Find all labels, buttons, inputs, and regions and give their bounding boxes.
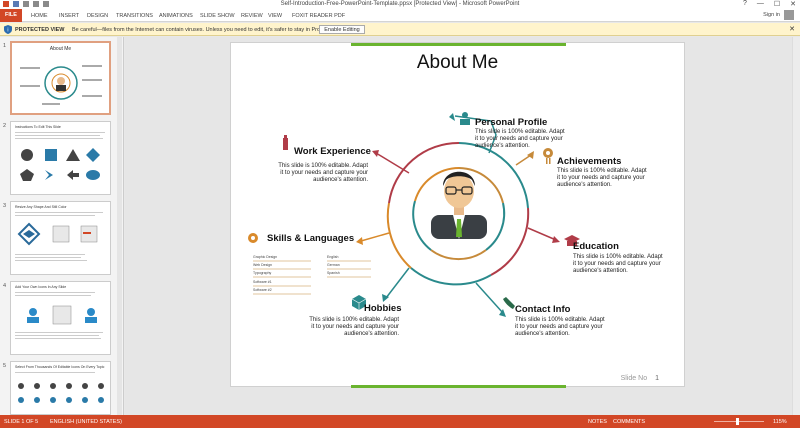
work-experience-heading[interactable]: Work Experience [294,146,371,157]
slide-thumbnail-3[interactable]: Resize Any Shape And Still Color [10,201,111,275]
protected-view-bar: i PROTECTED VIEW Be careful—files from t… [0,23,800,36]
slide-number-footer: Slide No 1 [621,375,659,382]
thumb-preview [15,132,105,181]
tab-home[interactable]: HOME [31,13,48,19]
slide-thumbnail-1[interactable]: About Me [10,41,111,115]
language-label: Spanish [327,271,340,275]
enable-editing-button[interactable]: Enable Editing [319,25,365,34]
minimize-button[interactable]: — [757,0,764,8]
svg-text:i: i [7,28,8,34]
briefcase-icon [283,135,288,150]
tab-transitions[interactable]: TRANSITIONS [116,13,153,19]
slide-counter: SLIDE 1 OF 5 [4,419,39,425]
slide-thumbnail-2[interactable]: Instructions To Edit This Slide [10,121,111,195]
sign-in-link[interactable]: Sign in [763,12,780,18]
slide-thumbnail-4[interactable]: Add Your Own Icons In Any Slide [10,281,111,355]
slide-editing-area: About Me Personal Profile This slide is … [125,37,800,415]
thumbnails-scrollbar[interactable] [117,37,122,415]
slide-thumbnails-pane: 1 About Me 2 Instructions To Edit This S… [0,37,124,415]
personal-profile-heading[interactable]: Personal Profile [475,117,547,128]
protected-view-label: PROTECTED VIEW [15,27,65,33]
medal-icon [543,148,553,164]
powerpoint-window: Self-Introduction-Free-PowerPoint-Templa… [0,0,800,428]
slide-number-label: Slide No [620,375,648,382]
thumb-number: 3 [3,203,7,209]
personal-profile-text[interactable]: This slide is 100% editable. Adapt it to… [475,129,567,150]
thumb-preview [15,292,103,339]
title-bar: Self-Introduction-Free-PowerPoint-Templa… [0,0,800,9]
hobbies-text[interactable]: This slide is 100% editable. Adapt it to… [307,317,399,338]
tab-view[interactable]: VIEW [268,13,282,19]
maximize-button[interactable]: ☐ [774,0,780,8]
slide-canvas: About Me Personal Profile This slide is … [230,42,685,388]
tab-slide-show[interactable]: SLIDE SHOW [200,13,235,19]
slide-number: 1 [655,375,659,382]
tab-foxit-reader-pdf[interactable]: FOXIT READER PDF [292,13,345,19]
work-experience-text[interactable]: This slide is 100% editable. Adapt it to… [276,163,368,184]
hobbies-heading[interactable]: Hobbies [364,303,401,314]
contact-info-heading[interactable]: Contact Info [515,304,570,315]
skills-heading[interactable]: Skills & Languages [267,233,354,244]
language-indicator[interactable]: ENGLISH (UNITED STATES) [50,419,122,425]
language-label: German [327,263,340,267]
window-title: Self-Introduction-Free-PowerPoint-Templa… [280,1,520,7]
tab-design[interactable]: DESIGN [87,13,108,19]
skill-label: Software #2 [253,288,272,292]
thumb-number: 5 [3,363,7,369]
thumb-number: 2 [3,123,7,129]
status-bar: SLIDE 1 OF 5 ENGLISH (UNITED STATES) NOT… [0,415,800,428]
protected-view-message: Be careful—files from the Internet can c… [72,27,350,33]
skill-label: Typography [253,271,272,275]
window-controls: ? — ☐ ✕ [743,0,796,8]
achievements-text[interactable]: This slide is 100% editable. Adapt it to… [557,168,649,189]
education-text[interactable]: This slide is 100% editable. Adapt it to… [573,254,665,275]
zoom-level[interactable]: 115% [773,419,787,425]
diagram-graphics [248,43,580,388]
shield-icon: i [4,25,12,34]
notes-button[interactable]: NOTES [588,419,607,425]
avatar[interactable] [784,10,794,20]
tab-animations[interactable]: ANIMATIONS [159,13,193,19]
contact-info-text[interactable]: This slide is 100% editable. Adapt it to… [515,317,607,338]
phone-icon [503,297,515,309]
education-heading[interactable]: Education [573,241,619,252]
thumb-preview [15,372,104,403]
thumb-number: 4 [3,283,7,289]
thumb-preview [20,65,102,105]
tab-review[interactable]: REVIEW [241,13,263,19]
help-button[interactable]: ? [743,0,747,8]
thumb-preview [15,212,103,261]
skill-label: Software #1 [253,280,272,284]
skill-label: Graphic Design [253,255,278,259]
language-label: English [327,255,339,259]
close-button[interactable]: ✕ [790,0,796,8]
slide-thumbnail-5[interactable]: Select From Thousands Of Editable Icons … [10,361,111,415]
zoom-slider-thumb[interactable] [736,418,739,425]
slide-scrollbar[interactable] [792,37,800,415]
close-bar-button[interactable]: ✕ [789,25,795,33]
ribbon-tabs: FILE HOME INSERT DESIGN TRANSITIONS ANIM… [0,9,800,22]
comments-button[interactable]: COMMENTS [613,419,645,425]
thumb-number: 1 [3,43,7,49]
skill-label: Web Design [253,263,273,267]
achievements-heading[interactable]: Achievements [557,156,621,167]
slide-title[interactable]: About Me [231,52,684,74]
tab-insert[interactable]: INSERT [59,13,79,19]
gear-icon [248,233,258,243]
tab-file[interactable]: FILE [0,9,22,22]
zoom-slider[interactable] [714,421,764,422]
